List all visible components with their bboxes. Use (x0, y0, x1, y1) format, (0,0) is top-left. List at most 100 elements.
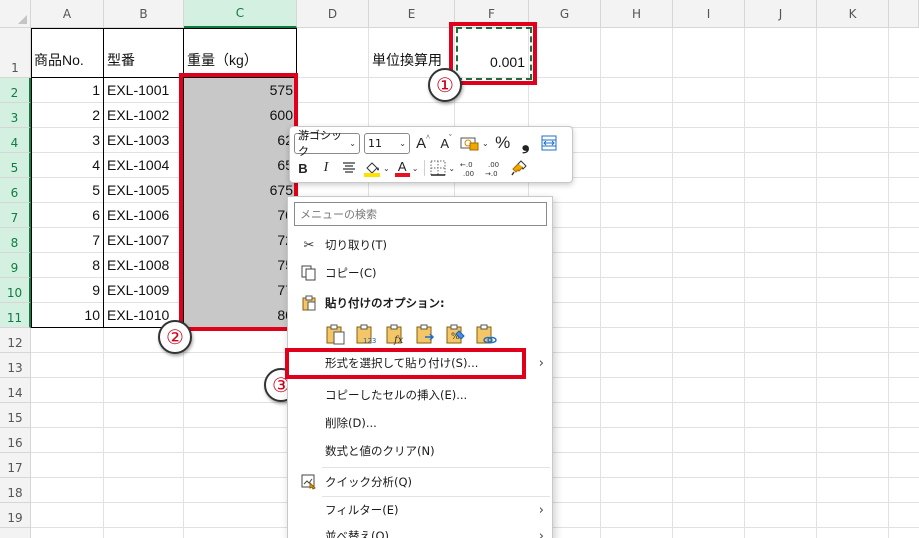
menu-search-input[interactable]: メニューの検索 (294, 202, 547, 226)
column-header-k[interactable]: K (817, 0, 889, 28)
font-color-button[interactable]: A ⌄ (394, 157, 418, 179)
align-center-icon (343, 162, 355, 173)
menu-item-clear-contents[interactable]: 数式と値のクリア(N) (288, 438, 552, 464)
row-header-20[interactable] (0, 528, 31, 538)
scissors-icon: ✂ (303, 237, 315, 253)
row-header-15[interactable]: 15 (0, 403, 31, 428)
clipboard-icon (300, 294, 318, 312)
paste-option-transpose[interactable] (415, 323, 437, 345)
row-header-16[interactable]: 16 (0, 428, 31, 453)
highlight-box-weight-range (179, 73, 298, 331)
paste-option-formulas[interactable]: fx (385, 323, 407, 346)
row-header-9[interactable]: 9 (0, 253, 31, 278)
menu-item-clear-contents-label: 数式と値のクリア(N) (325, 444, 435, 458)
merge-cells-icon (541, 135, 557, 151)
font-name-select[interactable]: 游ゴシック ⌄ (294, 129, 360, 158)
paste-option-values[interactable]: 123 (355, 323, 377, 345)
menu-item-insert-copied-label: コピーしたセルの挿入(E)... (325, 388, 468, 402)
bold-button[interactable]: B (294, 157, 312, 179)
paste-option-link[interactable] (475, 323, 497, 345)
menu-item-delete[interactable]: 削除(D)... (288, 410, 552, 436)
font-color-swatch (394, 172, 410, 177)
column-header-c[interactable]: C (184, 0, 297, 28)
menu-item-filter[interactable]: フィルター(E) › (288, 497, 552, 523)
column-header-h[interactable]: H (601, 0, 673, 28)
paste-link-icon (476, 324, 497, 344)
caret-up-icon: ^ (426, 132, 430, 142)
merge-center-button[interactable] (540, 132, 558, 154)
column-header-b[interactable]: B (104, 0, 184, 28)
borders-button[interactable]: ⌄ (430, 157, 455, 179)
step-marker-1: ① (428, 68, 462, 102)
row-header-8[interactable]: 8 (0, 228, 31, 253)
menu-item-delete-label: 削除(D)... (325, 416, 377, 430)
shrink-font-icon: A (440, 135, 449, 151)
column-header-e[interactable]: E (369, 0, 455, 28)
row-header-2[interactable]: 2 (0, 78, 31, 103)
paste-options-heading: 貼り付けのオプション: (288, 290, 552, 316)
decrease-font-size-button[interactable]: Aˇ (437, 132, 455, 154)
font-size-select[interactable]: 11 ⌄ (364, 132, 410, 154)
paste-option-paste[interactable] (325, 323, 347, 345)
menu-item-copy[interactable]: コピー(C) (288, 260, 552, 286)
chevron-down-icon: ⌄ (448, 163, 456, 173)
paste-options-label: 貼り付けのオプション: (325, 296, 445, 310)
menu-item-sort-label: 並べ替え(O) (325, 529, 390, 538)
svg-text:123: 123 (363, 337, 376, 345)
row-header-12[interactable]: 12 (0, 328, 31, 353)
increase-decimal-icon: ←.0.00 (460, 161, 474, 177)
column-header-a[interactable]: A (31, 0, 104, 28)
column-header-i[interactable]: I (673, 0, 745, 28)
row-header-3[interactable]: 3 (0, 103, 31, 128)
decrease-decimal-button[interactable]: .00 →.0 (485, 157, 505, 179)
toolbar-divider (424, 160, 426, 176)
row-header-19[interactable]: 19 (0, 503, 31, 528)
svg-text:.00: .00 (488, 161, 499, 169)
chevron-right-icon: › (538, 528, 544, 538)
chevron-down-icon: ⌄ (482, 138, 489, 148)
percent-style-button[interactable]: % (494, 132, 512, 154)
menu-item-sort[interactable]: 並べ替え(O) › (288, 523, 552, 538)
row-header-13[interactable]: 13 (0, 353, 31, 378)
paste-option-formatting[interactable]: % (445, 323, 467, 345)
column-header-j[interactable]: J (745, 0, 817, 28)
svg-text:.00: .00 (463, 170, 474, 177)
fill-color-button[interactable]: ⌄ (363, 157, 390, 179)
row-header-10[interactable]: 10 (0, 278, 31, 303)
row-header-6[interactable]: 6 (0, 178, 31, 203)
menu-item-cut[interactable]: ✂ 切り取り(T) (288, 232, 552, 258)
menu-item-insert-copied-cells[interactable]: コピーしたセルの挿入(E)... (288, 382, 552, 408)
format-painter-icon (511, 160, 527, 176)
increase-font-size-button[interactable]: A ^ (414, 132, 432, 154)
select-all-corner[interactable] (0, 0, 31, 28)
row-header-14[interactable]: 14 (0, 378, 31, 403)
row-header-18[interactable]: 18 (0, 478, 31, 503)
copy-icon (300, 264, 318, 282)
menu-item-quick-analysis-label: クイック分析(Q) (325, 475, 413, 489)
fill-bucket-icon (364, 162, 380, 177)
align-center-button[interactable] (340, 157, 358, 179)
format-painter-button[interactable] (510, 157, 528, 179)
column-header-g[interactable]: G (529, 0, 601, 28)
gridline (744, 28, 745, 538)
row-header-4[interactable]: 4 (0, 128, 31, 153)
caret-down-icon: ˇ (449, 132, 452, 142)
italic-button[interactable]: I (317, 157, 335, 179)
row-header-7[interactable]: 7 (0, 203, 31, 228)
grow-font-icon: A (416, 134, 427, 152)
column-header-d[interactable]: D (297, 0, 369, 28)
menu-item-quick-analysis[interactable]: クイック分析(Q) (288, 469, 552, 495)
gridline (816, 28, 817, 538)
borders-icon (430, 160, 446, 176)
step-marker-2: ② (158, 320, 192, 354)
accounting-format-button[interactable]: ⌄ (460, 132, 489, 154)
paste-values-icon: 123 (356, 324, 376, 345)
row-header-5[interactable]: 5 (0, 153, 31, 178)
comma-style-button[interactable]: ❟ (517, 132, 535, 154)
row-header-17[interactable]: 17 (0, 453, 31, 478)
column-header-l[interactable] (889, 0, 919, 28)
accounting-format-icon (460, 137, 479, 151)
row-header-11[interactable]: 11 (0, 303, 31, 328)
increase-decimal-button[interactable]: ←.0.00 (460, 157, 480, 179)
row-header-1[interactable]: 1 (0, 28, 31, 78)
